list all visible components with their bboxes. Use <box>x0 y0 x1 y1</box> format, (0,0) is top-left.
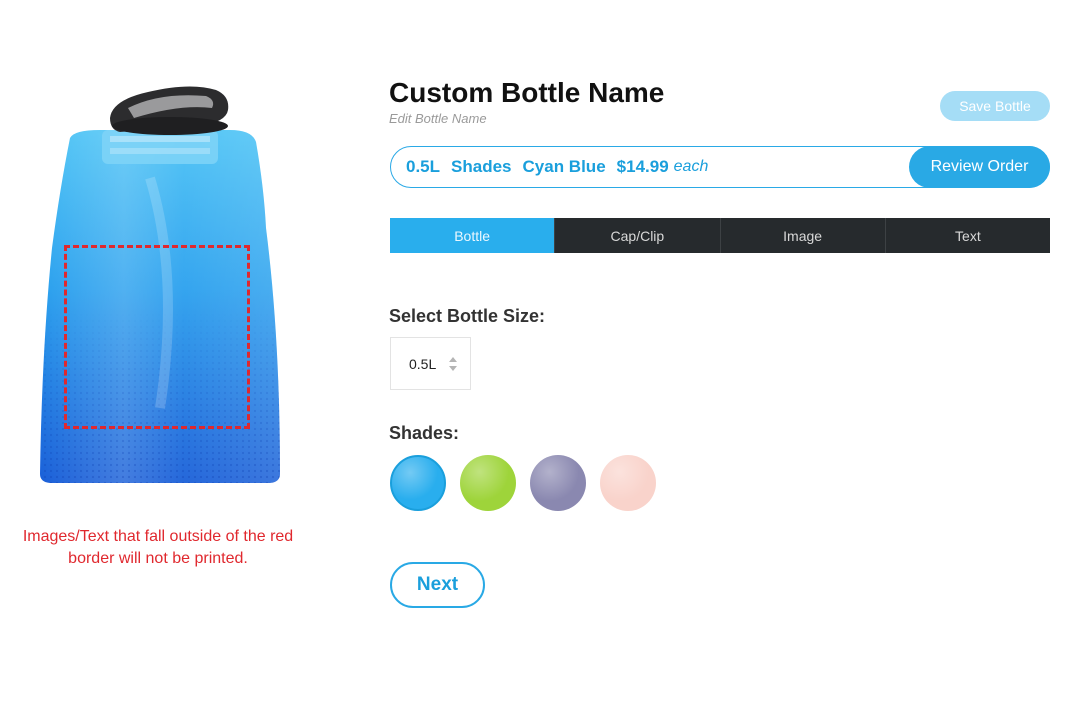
swatch-cyan-blue[interactable] <box>390 455 446 511</box>
updown-arrows-icon <box>449 357 457 371</box>
swatch-blush-pink[interactable] <box>600 455 656 511</box>
next-button[interactable]: Next <box>390 562 485 608</box>
save-bottle-button[interactable]: Save Bottle <box>940 91 1050 121</box>
tab-text[interactable]: Text <box>884 218 1050 253</box>
order-summary-bar: 0.5L Shades Cyan Blue $14.99 each Review… <box>390 146 1050 188</box>
print-area-border <box>64 245 250 429</box>
summary-price: $14.99 <box>616 157 669 176</box>
summary-unit: each <box>673 158 709 175</box>
tab-bottle[interactable]: Bottle <box>390 218 555 253</box>
summary-size: 0.5L <box>406 157 441 176</box>
shade-swatches <box>390 455 656 511</box>
shades-label: Shades: <box>389 423 460 443</box>
tab-image[interactable]: Image <box>719 218 885 253</box>
summary-shade-group: Shades <box>451 157 512 176</box>
bottle-size-label: Select Bottle Size: <box>389 306 546 326</box>
summary-color: Cyan Blue <box>522 157 606 176</box>
swatch-lime-green[interactable] <box>460 455 516 511</box>
swatch-lavender[interactable] <box>530 455 586 511</box>
bottle-size-value: 0.5L <box>409 356 437 372</box>
bottle-title: Custom Bottle Name <box>389 77 665 108</box>
customize-tabs: Bottle Cap/Clip Image Text <box>390 218 1050 253</box>
review-order-button[interactable]: Review Order <box>909 146 1050 188</box>
print-warning: Images/Text that fall outside of the red… <box>22 528 294 567</box>
edit-bottle-name-link[interactable]: Edit Bottle Name <box>389 111 487 126</box>
bottle-preview <box>30 78 290 490</box>
bottle-size-select[interactable]: 0.5L <box>390 337 471 390</box>
tab-cap-clip[interactable]: Cap/Clip <box>554 218 720 253</box>
